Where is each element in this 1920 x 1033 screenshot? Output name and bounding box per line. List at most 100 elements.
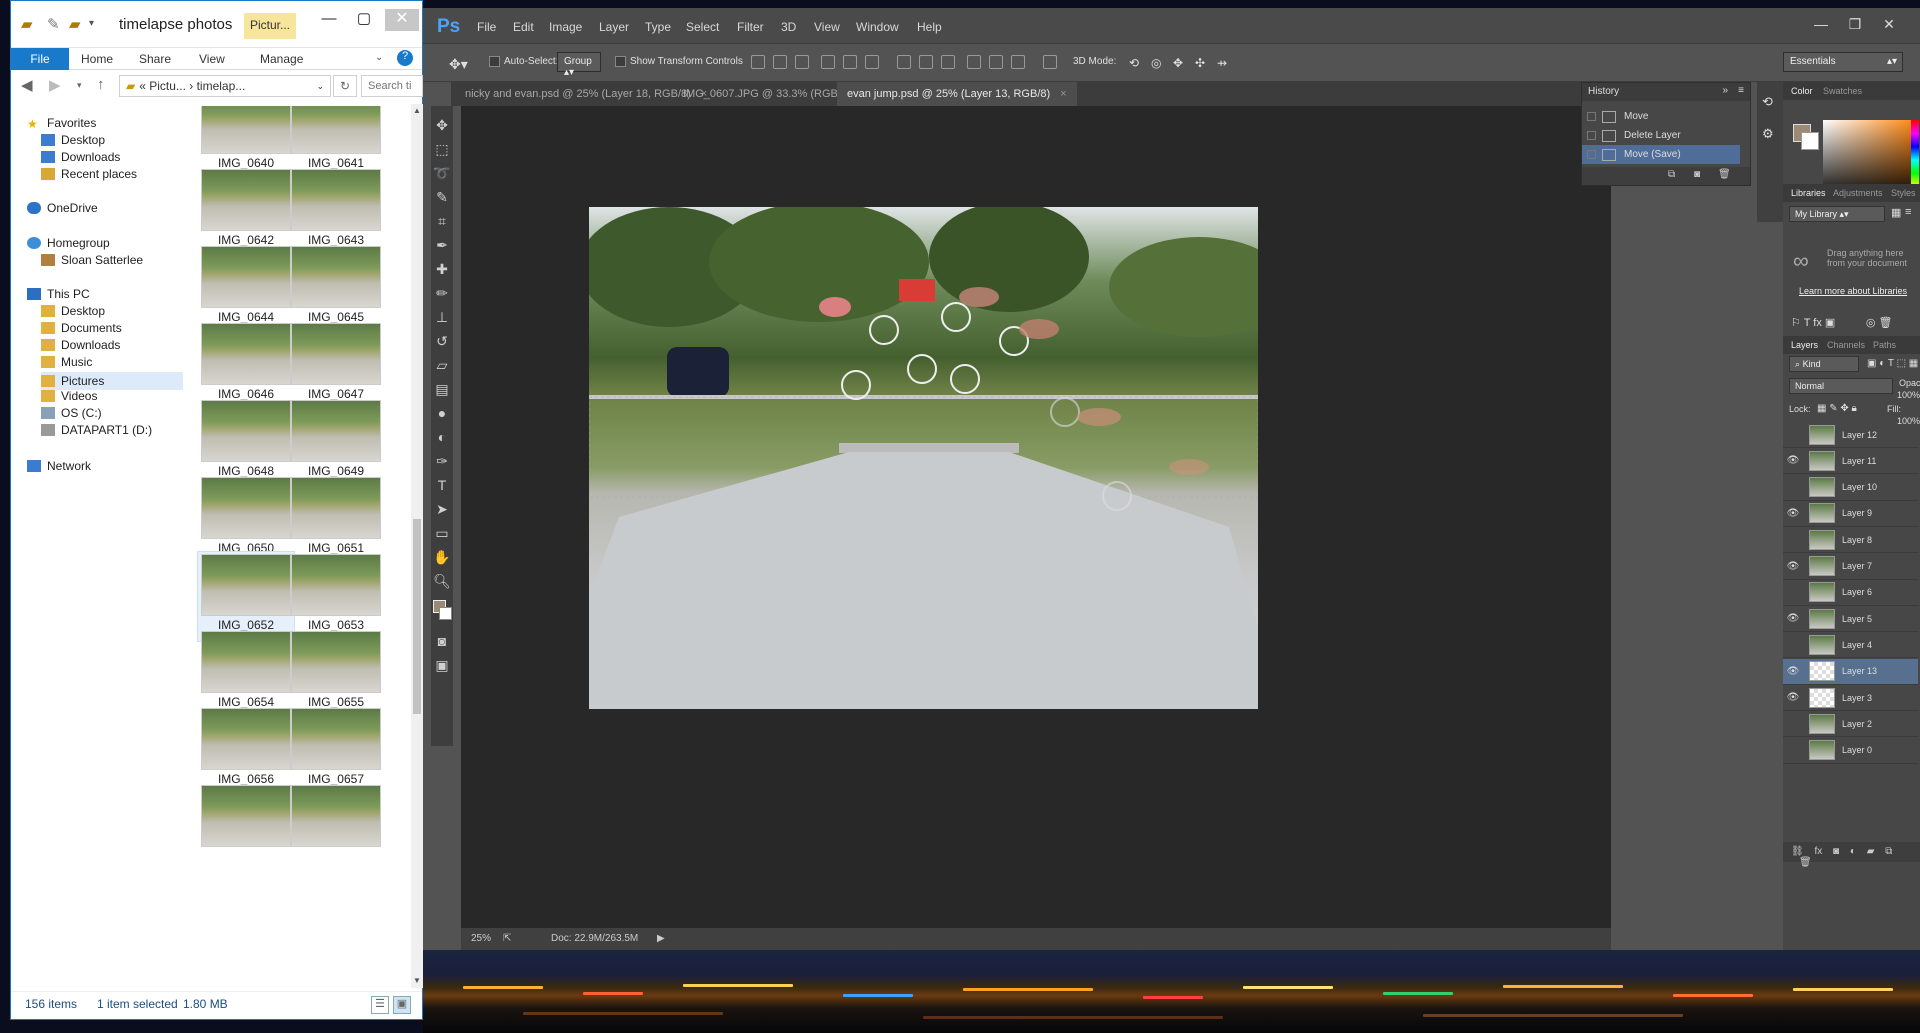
file-thumbnail[interactable] xyxy=(191,785,291,879)
menu-view[interactable]: View xyxy=(814,20,840,34)
distribute-horizontal-icon[interactable] xyxy=(989,55,1003,69)
eraser-tool-icon[interactable]: ▱ xyxy=(431,354,453,376)
large-icons-view-icon[interactable]: ▣ xyxy=(393,996,411,1014)
layer-row[interactable]: Layer 6 xyxy=(1783,580,1918,606)
menu-3d[interactable]: 3D xyxy=(781,20,796,34)
foreground-background-colors[interactable] xyxy=(431,598,453,624)
file-scrollbar[interactable]: ▲ ▼ xyxy=(411,104,423,988)
3d-roll-icon[interactable]: ◎ xyxy=(1151,56,1161,70)
distribute-top-icon[interactable] xyxy=(897,55,911,69)
tab-layers[interactable]: Layers xyxy=(1791,340,1818,350)
nav-videos[interactable]: Videos xyxy=(41,389,97,403)
align-left-icon[interactable] xyxy=(821,55,835,69)
background-color-swatch[interactable] xyxy=(439,607,452,620)
close-button[interactable]: ✕ xyxy=(385,9,419,31)
type-tool-icon[interactable]: T xyxy=(431,474,453,496)
clone-stamp-tool-icon[interactable]: ⊥ xyxy=(431,306,453,328)
3d-rotate-icon[interactable]: ⟲ xyxy=(1129,56,1139,70)
recent-locations-icon[interactable]: ▾ xyxy=(77,80,82,91)
visibility-eye-icon[interactable]: 👁︎ xyxy=(1783,455,1803,466)
menu-type[interactable]: Type xyxy=(645,20,671,34)
snapshot-source-checkbox[interactable] xyxy=(1587,131,1596,140)
workspace-select[interactable]: Essentials ▴▾ xyxy=(1783,52,1903,72)
search-input[interactable] xyxy=(361,75,423,97)
path-selection-tool-icon[interactable]: ➤ xyxy=(431,498,453,520)
panel-menu-icon[interactable]: ≡ xyxy=(1738,85,1744,96)
visibility-eye-icon[interactable]: 👁︎ xyxy=(1783,666,1803,677)
distribute-left-icon[interactable] xyxy=(967,55,981,69)
move-tool-icon[interactable]: ✥ xyxy=(431,114,453,136)
nav-pictures[interactable]: Pictures xyxy=(41,372,183,390)
list-view-icon[interactable]: ≡ xyxy=(1905,206,1911,218)
layer-filter-select[interactable]: ⌕ Kind xyxy=(1789,356,1859,372)
new-folder-icon[interactable]: ▰ xyxy=(69,15,81,33)
up-icon[interactable]: ↑ xyxy=(97,76,105,93)
nav-user[interactable]: Sloan Satterlee xyxy=(41,253,143,267)
zoom-level[interactable]: 25% xyxy=(471,933,491,944)
3d-scale-icon[interactable]: ⇸ xyxy=(1217,56,1227,70)
pen-tool-icon[interactable]: ✑ xyxy=(431,450,453,472)
menu-layer[interactable]: Layer xyxy=(599,20,629,34)
close-button[interactable]: ✕ xyxy=(1875,14,1903,36)
trash-icon[interactable]: 🗑︎ xyxy=(1718,169,1731,180)
lock-icons[interactable]: ▦ ✎ ✥ 🔒︎ xyxy=(1817,403,1857,414)
blur-tool-icon[interactable]: ● xyxy=(431,402,453,424)
visibility-eye-icon[interactable]: 👁︎ xyxy=(1783,508,1803,519)
menu-file[interactable]: File xyxy=(477,20,496,34)
status-menu-icon[interactable]: ▶ xyxy=(657,933,665,944)
trash-icon[interactable]: 🗑︎ xyxy=(1799,857,1812,868)
scroll-up-icon[interactable]: ▲ xyxy=(411,106,423,115)
camera-icon[interactable]: ◙ xyxy=(1694,169,1700,180)
layer-style-icon[interactable]: fx xyxy=(1814,846,1822,857)
layer-row[interactable]: 👁︎ Layer 7 xyxy=(1783,554,1918,580)
maximize-button[interactable]: ▢ xyxy=(347,9,381,31)
layer-filter-icons[interactable]: ▣ ◐ T ⬚ ▦ xyxy=(1867,358,1918,369)
auto-select-checkbox[interactable]: Auto-Select: xyxy=(489,56,558,67)
menu-filter[interactable]: Filter xyxy=(737,20,764,34)
adjustment-layer-icon[interactable]: ◐ xyxy=(1850,846,1856,857)
visibility-eye-icon[interactable]: 👁︎ xyxy=(1783,613,1803,624)
auto-align-layers-icon[interactable] xyxy=(1043,55,1057,69)
layer-row[interactable]: Layer 0 xyxy=(1783,738,1918,764)
layer-row[interactable]: Layer 10 xyxy=(1783,475,1918,501)
show-transform-controls-checkbox[interactable]: Show Transform Controls xyxy=(615,56,743,67)
tab-manage[interactable]: Manage xyxy=(260,52,303,66)
nav-music[interactable]: Music xyxy=(41,355,92,369)
new-layer-icon[interactable]: ⧉ xyxy=(1885,846,1892,857)
menu-select[interactable]: Select xyxy=(686,20,719,34)
layer-row[interactable]: Layer 4 xyxy=(1783,632,1918,659)
visibility-eye-icon[interactable]: 👁︎ xyxy=(1783,561,1803,572)
new-document-from-state-icon[interactable]: ⧉ xyxy=(1668,169,1675,180)
tab-view[interactable]: View xyxy=(199,52,225,66)
forward-icon[interactable]: ▶ xyxy=(49,76,61,94)
snapshot-source-checkbox[interactable] xyxy=(1587,112,1596,121)
details-view-icon[interactable]: ☰ xyxy=(371,996,389,1014)
back-icon[interactable]: ◀ xyxy=(21,76,33,94)
minimize-button[interactable]: — xyxy=(1807,14,1835,36)
brush-tool-icon[interactable]: ✏ xyxy=(431,282,453,304)
customize-quick-access-icon[interactable]: ▾ xyxy=(89,18,94,29)
nav-pc-desktop[interactable]: Desktop xyxy=(41,304,105,318)
layer-mask-icon[interactable]: ◙ xyxy=(1833,846,1839,857)
nav-this-pc[interactable]: This PC xyxy=(27,287,90,301)
healing-brush-tool-icon[interactable]: ✚ xyxy=(431,258,453,280)
properties-panel-icon[interactable]: ⚙ xyxy=(1762,126,1774,142)
tab-swatches[interactable]: Swatches xyxy=(1823,86,1862,96)
menu-window[interactable]: Window xyxy=(856,20,899,34)
3d-drag-icon[interactable]: ✥ xyxy=(1173,56,1183,70)
history-step[interactable]: Delete Layer xyxy=(1582,126,1740,145)
tab-styles[interactable]: Styles xyxy=(1891,188,1916,198)
tab-libraries[interactable]: Libraries xyxy=(1791,188,1826,198)
gradient-tool-icon[interactable]: ▤ xyxy=(431,378,453,400)
nav-desktop[interactable]: Desktop xyxy=(41,133,105,147)
3d-slide-icon[interactable]: ✣ xyxy=(1195,56,1205,70)
quick-selection-tool-icon[interactable]: ✎ xyxy=(431,186,453,208)
picture-tools-context-tab[interactable]: Pictur... xyxy=(244,13,297,39)
minimize-button[interactable]: — xyxy=(312,9,346,31)
snapshot-source-checkbox[interactable] xyxy=(1587,150,1596,159)
expand-ribbon-icon[interactable]: ⌄ xyxy=(375,52,383,63)
tab-color[interactable]: Color xyxy=(1791,86,1813,96)
distribute-centers-icon[interactable] xyxy=(919,55,933,69)
move-tool-preset-icon[interactable]: ✥▾ xyxy=(449,56,468,73)
layer-row[interactable]: Layer 2 xyxy=(1783,711,1918,738)
